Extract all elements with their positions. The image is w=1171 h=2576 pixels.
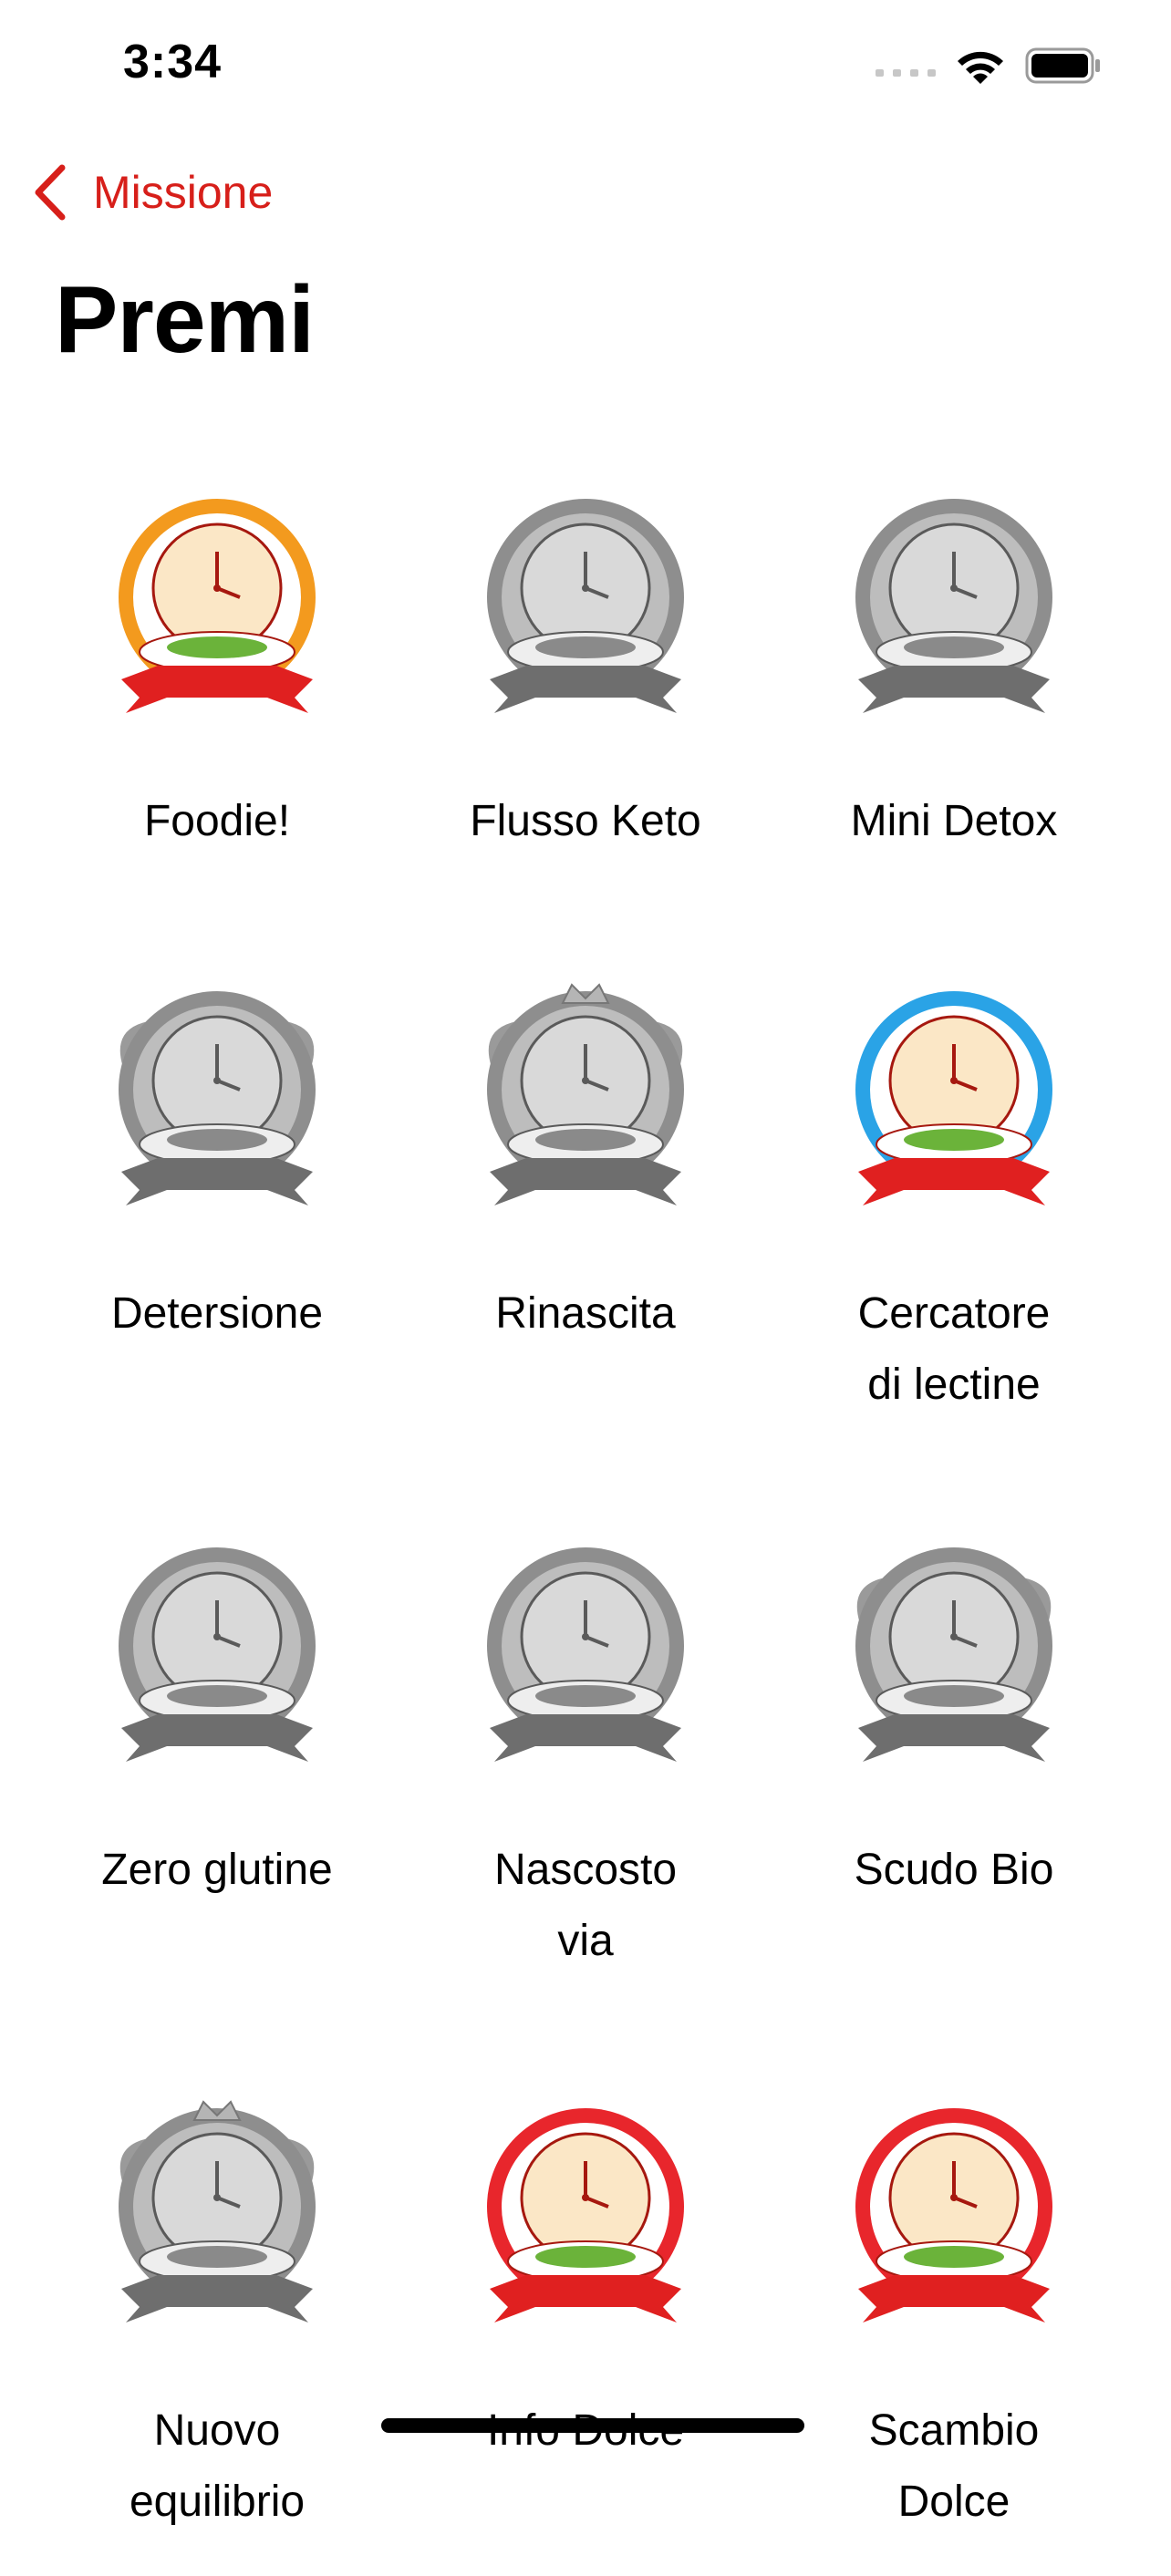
badge-label: Scambio Dolce [868,2406,1040,2526]
battery-icon [1025,47,1100,84]
milk-nuts-badge-icon [855,991,1052,1205]
winged-clock-plate-badge-icon [119,991,316,1205]
cellular-signal-icon [876,69,936,77]
status-icons [876,44,1102,88]
badge-label: Scudo Bio [854,1846,1054,1894]
badge-label: Nascosto via [493,1846,678,1965]
badge-item[interactable]: Rinascita [401,967,770,1459]
badge-item[interactable]: Nascosto via [401,1523,770,2015]
badge-item[interactable]: Flusso Keto [401,474,770,967]
badge-item[interactable]: Cercatore di lectine [770,967,1138,1459]
soda-chocolate-badge-icon [855,2108,1052,2323]
back-label: Missione [93,167,274,218]
milk-bread-badge-icon [119,1547,316,1762]
winged-crown-badge-icon [119,2100,316,2323]
status-bar: 3:34 [0,0,1171,128]
badge-item[interactable]: Scambio Dolce [770,2084,1138,2576]
winged-crown-clock-badge-icon [487,983,684,1205]
badge-label: Detersione [110,1289,324,1338]
clock-cake-badge-icon [855,499,1052,713]
badge-label: Rinascita [495,1289,676,1338]
badge-item[interactable]: Scudo Bio [770,1523,1138,2015]
status-time: 3:34 [123,36,223,88]
badge-item[interactable]: Zero glutine [33,1523,401,2015]
badge-item[interactable]: Detersione [33,967,401,1459]
sweets-donut-badge-icon [487,2108,684,2323]
clock-soup-badge-icon [487,499,684,713]
badge-label: Mini Detox [850,797,1058,845]
badge-label: Nuovo equilibrio [129,2406,306,2526]
wifi-icon [958,51,1003,84]
badge-label: Cercatore di lectine [857,1289,1051,1409]
page-title: Premi [55,267,315,373]
winged-corn-badge-icon [855,1547,1052,1762]
home-indicator [381,2418,804,2433]
clock-salad-badge-icon [119,499,316,713]
badge-item[interactable]: Mini Detox [770,474,1138,967]
badge-item[interactable]: Nuovo equilibrio [33,2084,401,2576]
badge-item[interactable]: Foodie! [33,474,401,967]
tomato-cheese-badge-icon [487,1547,684,1762]
badge-label: Zero glutine [101,1846,333,1894]
badge-item[interactable]: Info Dolce [401,2084,770,2576]
chevron-left-icon [35,164,66,221]
badge-label: Flusso Keto [470,797,701,845]
badge-label: Foodie! [143,797,291,845]
back-button[interactable]: Missione [31,160,273,224]
